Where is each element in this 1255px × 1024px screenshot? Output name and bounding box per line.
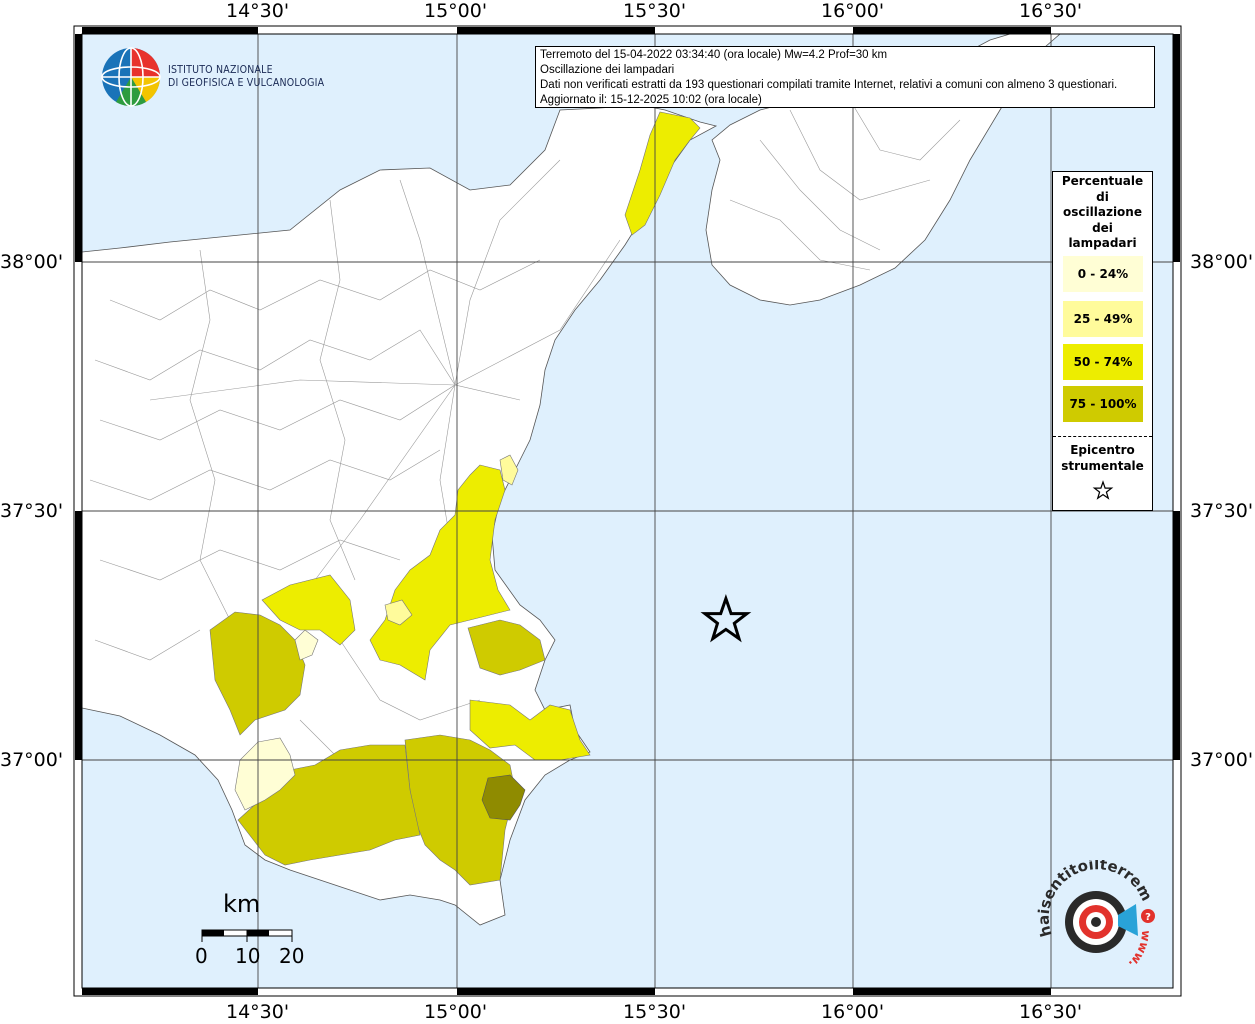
scale-bar: km 0 10 20 bbox=[195, 890, 325, 970]
bottom-label-4: 16°00' bbox=[821, 1001, 885, 1023]
right-label-1: 38°00' bbox=[1190, 251, 1254, 273]
left-label-2: 37°30' bbox=[0, 500, 64, 522]
legend-separator bbox=[1053, 436, 1152, 437]
legend-class-75-100: 75 - 100% bbox=[1063, 386, 1143, 422]
data-note: Dati non verificati estratti da 193 ques… bbox=[540, 79, 1118, 91]
event-title: Terremoto del 15-04-2022 03:34:40 (ora l… bbox=[540, 49, 888, 61]
top-label-3: 15°30' bbox=[623, 0, 687, 22]
ingv-name-line2: DI GEOFISICA E VULCANOLOGIA bbox=[168, 77, 325, 89]
top-label-2: 15°00' bbox=[424, 0, 488, 22]
ingv-logo: ISTITUTO NAZIONALE DI GEOFISICA E VULCAN… bbox=[100, 46, 330, 112]
legend-star-icon bbox=[1092, 480, 1113, 500]
scale-tick-10: 10 bbox=[235, 944, 261, 968]
left-label-3: 37°00' bbox=[0, 749, 64, 771]
ingv-globe-icon bbox=[101, 47, 161, 107]
event-info-box: Terremoto del 15-04-2022 03:34:40 (ora l… bbox=[535, 46, 1155, 108]
legend-epicenter: Epicentro strumentale bbox=[1053, 442, 1152, 506]
legend-title: Percentuale di oscillazione dei lampadar… bbox=[1053, 174, 1152, 252]
legend-class-0-24: 0 - 24% bbox=[1063, 256, 1143, 292]
top-label-5: 16°30' bbox=[1019, 0, 1083, 22]
bottom-label-2: 15°00' bbox=[424, 1001, 488, 1023]
legend-title-line: lampadari bbox=[1068, 236, 1137, 250]
ingv-name-line1: ISTITUTO NAZIONALE bbox=[168, 64, 273, 76]
legend-title-line: oscillazione bbox=[1063, 205, 1142, 219]
right-label-2: 37°30' bbox=[1190, 500, 1254, 522]
legend-class-50-74: 50 - 74% bbox=[1063, 344, 1143, 380]
legend-panel: Percentuale di oscillazione dei lampadar… bbox=[1052, 171, 1153, 511]
map-subject: Oscillazione dei lampadari bbox=[540, 64, 675, 76]
scale-unit: km bbox=[223, 890, 261, 918]
legend-class-25-49: 25 - 49% bbox=[1063, 301, 1143, 337]
svg-text:www.: www. bbox=[1126, 930, 1153, 971]
legend-title-line: dei bbox=[1092, 220, 1113, 235]
scale-tick-0: 0 bbox=[195, 944, 208, 968]
top-label-4: 16°00' bbox=[821, 0, 885, 22]
haisentito-logo: ? haisentitoilterremoto.it www. bbox=[1025, 846, 1160, 990]
legend-epicenter-line: strumentale bbox=[1061, 459, 1144, 473]
svg-text:?: ? bbox=[1145, 912, 1151, 923]
bottom-label-1: 14°30' bbox=[226, 1001, 290, 1023]
right-label-3: 37°00' bbox=[1190, 749, 1254, 771]
bottom-label-3: 15°30' bbox=[623, 1001, 687, 1023]
legend-title-line: Percentuale bbox=[1061, 174, 1144, 188]
left-label-1: 38°00' bbox=[0, 251, 64, 273]
site-prefix: www. bbox=[1126, 930, 1153, 971]
legend-epicenter-line: Epicentro bbox=[1070, 443, 1135, 457]
update-timestamp: Aggiornato il: 15-12-2025 10:02 (ora loc… bbox=[540, 94, 762, 106]
bottom-label-5: 16°30' bbox=[1019, 1001, 1083, 1023]
top-label-1: 14°30' bbox=[226, 0, 290, 22]
legend-title-line: di bbox=[1096, 189, 1109, 204]
scale-tick-20: 20 bbox=[279, 944, 305, 968]
